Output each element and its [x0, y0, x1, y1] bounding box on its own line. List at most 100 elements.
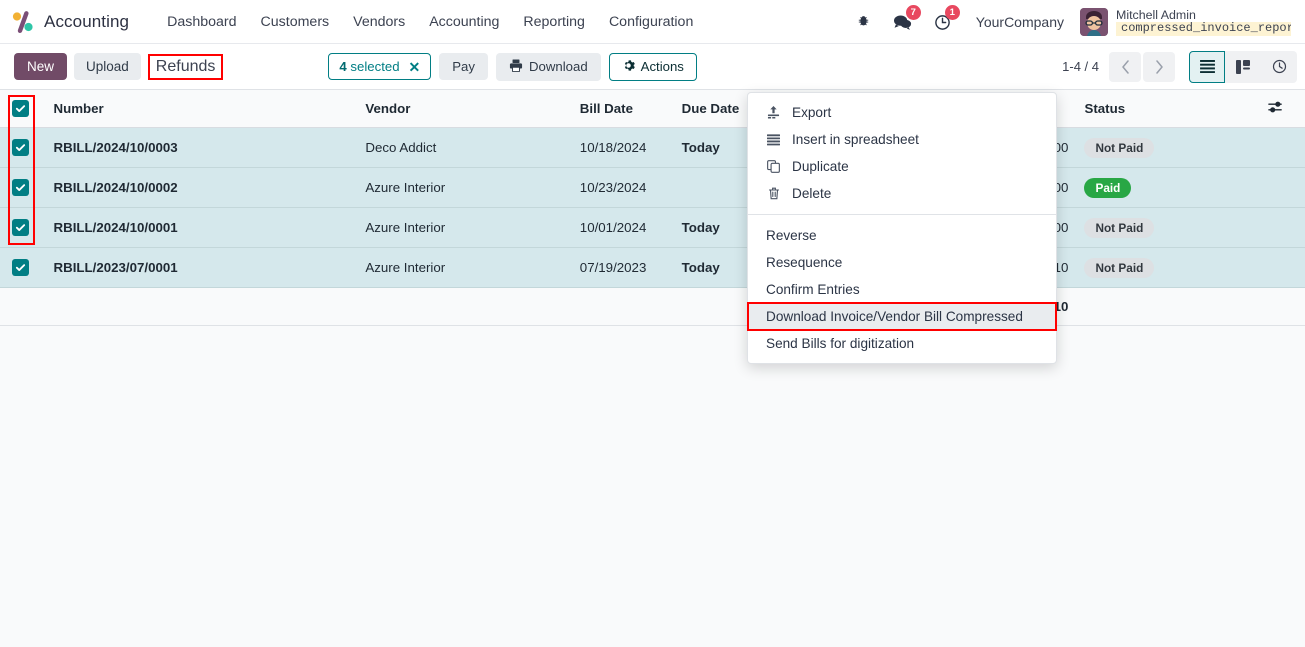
row-checkbox-icon[interactable] — [12, 139, 29, 156]
row-checkbox-icon[interactable] — [12, 179, 29, 196]
selection-counter[interactable]: 4 selected ✕ — [328, 53, 432, 80]
status-badge: Not Paid — [1084, 137, 1155, 158]
dropdown-separator — [748, 214, 1056, 215]
close-icon[interactable]: ✕ — [409, 60, 421, 74]
row-select-cell — [0, 247, 46, 288]
dropdown-item[interactable]: Insert in spreadsheet — [748, 126, 1056, 153]
dropdown-item-label: Insert in spreadsheet — [792, 132, 919, 147]
avatar[interactable] — [1080, 8, 1108, 36]
dropdown-item[interactable]: Duplicate — [748, 153, 1056, 180]
menu-item-dashboard[interactable]: Dashboard — [155, 8, 248, 36]
cell-status[interactable]: Not Paid — [1076, 127, 1269, 168]
pay-button[interactable]: Pay — [439, 53, 488, 80]
dropdown-item[interactable]: Send Bills for digitization — [748, 330, 1056, 357]
systray: 7 1 YourCompany Mitchell Admin compresse… — [845, 0, 1297, 44]
database-name: compressed_invoice_repor… — [1121, 22, 1291, 36]
brand-group[interactable]: Accounting — [0, 9, 129, 35]
pay-label: Pay — [452, 59, 475, 74]
app-name: Accounting — [44, 11, 130, 31]
duplicate-icon — [766, 160, 781, 173]
menu-item-vendors[interactable]: Vendors — [341, 8, 417, 36]
sliders-icon[interactable] — [1268, 90, 1305, 128]
menu-item-reporting[interactable]: Reporting — [511, 8, 597, 36]
cell-number[interactable]: RBILL/2023/07/0001 — [45, 247, 358, 288]
column-header-vendor[interactable]: Vendor — [357, 90, 572, 128]
control-panel: New Upload Refunds 4 selected ✕ Pay Down… — [0, 44, 1305, 90]
cell-bill-date[interactable]: 10/23/2024 — [571, 167, 674, 208]
download-button[interactable]: Download — [496, 52, 601, 81]
column-header-status[interactable]: Status — [1076, 90, 1269, 128]
chevron-left-icon[interactable] — [1109, 51, 1141, 82]
actions-label: Actions — [640, 59, 684, 74]
table-footer: 581.10 — [0, 287, 1305, 326]
user-menu[interactable]: Mitchell Admin compressed_invoice_repor… — [1078, 8, 1297, 37]
menu-item-configuration[interactable]: Configuration — [597, 8, 705, 36]
trash-icon — [766, 187, 781, 200]
dropdown-item[interactable]: Delete — [748, 180, 1056, 207]
cell-bill-date[interactable]: 07/19/2023 — [571, 247, 674, 288]
cell-status[interactable]: Not Paid — [1076, 207, 1269, 248]
dropdown-item-label: Reverse — [766, 228, 817, 243]
cell-spacer — [1268, 127, 1305, 168]
actions-button[interactable]: Actions — [608, 52, 697, 81]
dropdown-item[interactable]: Reverse — [748, 222, 1056, 249]
dropdown-item-label: Send Bills for digitization — [766, 336, 915, 351]
chevron-right-icon[interactable] — [1143, 51, 1175, 82]
printer-icon — [509, 59, 523, 75]
dropdown-item[interactable]: Resequence — [748, 249, 1056, 276]
clock-icon[interactable] — [1261, 50, 1297, 83]
cell-number[interactable]: RBILL/2024/10/0002 — [45, 167, 358, 208]
dropdown-item[interactable]: Confirm Entries — [748, 276, 1056, 303]
cell-bill-date[interactable]: 10/01/2024 — [571, 207, 674, 248]
table-row[interactable]: RBILL/2024/10/0002 Azure Interior 10/23/20… — [0, 167, 1305, 208]
messages-icon[interactable]: 7 — [882, 0, 923, 44]
kanban-icon[interactable] — [1225, 50, 1261, 83]
cell-bill-date[interactable]: 10/18/2024 — [571, 127, 674, 168]
cell-vendor[interactable]: Deco Addict — [357, 127, 572, 168]
breadcrumb[interactable]: Refunds — [147, 53, 224, 80]
totals-vendor-cell — [357, 287, 572, 326]
spreadsheet-icon — [766, 133, 781, 146]
column-header-bill-date[interactable]: Bill Date — [571, 90, 674, 128]
upload-button[interactable]: Upload — [74, 53, 141, 80]
dropdown-item[interactable]: Download Invoice/Vendor Bill Compressed — [747, 302, 1057, 331]
table-row[interactable]: RBILL/2024/10/0003 Deco Addict 10/18/2024 T… — [0, 127, 1305, 168]
cell-spacer — [1268, 207, 1305, 248]
totals-row: 581.10 — [0, 287, 1305, 326]
menu-item-accounting[interactable]: Accounting — [417, 8, 511, 36]
cell-status[interactable]: Paid — [1076, 167, 1269, 208]
messages-badge: 7 — [905, 5, 921, 20]
odoo-logo[interactable] — [10, 9, 36, 35]
dropdown-item-label: Resequence — [766, 255, 843, 270]
new-button[interactable]: New — [14, 53, 68, 80]
row-checkbox-icon[interactable] — [12, 219, 29, 236]
row-select-cell — [0, 127, 46, 168]
dropdown-item[interactable]: Export — [748, 99, 1056, 126]
company-selector[interactable]: YourCompany — [962, 14, 1078, 30]
row-select-cell — [0, 207, 46, 248]
activities-clock-icon[interactable]: 1 — [923, 0, 962, 44]
export-icon — [766, 106, 781, 119]
totals-bill-date-cell — [571, 287, 674, 326]
control-panel-actions: 4 selected ✕ Pay Download Actions — [328, 52, 697, 81]
totals-number-cell — [45, 287, 358, 326]
records-table: Number Vendor Bill Date Due Date cluded … — [0, 90, 1305, 326]
cell-vendor[interactable]: Azure Interior — [357, 247, 572, 288]
cell-vendor[interactable]: Azure Interior — [357, 207, 572, 248]
cell-number[interactable]: RBILL/2024/10/0001 — [45, 207, 358, 248]
bug-icon[interactable] — [845, 0, 882, 44]
cell-vendor[interactable]: Azure Interior — [357, 167, 572, 208]
menu-item-customers[interactable]: Customers — [249, 8, 342, 36]
pager-value[interactable]: 1-4 / 4 — [1054, 59, 1107, 74]
totals-spacer-cell — [1268, 287, 1305, 326]
cell-number[interactable]: RBILL/2024/10/0003 — [45, 127, 358, 168]
row-checkbox-icon[interactable] — [12, 259, 29, 276]
list-icon[interactable] — [1189, 50, 1225, 83]
table-row[interactable]: RBILL/2024/10/0001 Azure Interior 10/01/20… — [0, 207, 1305, 248]
column-header-number[interactable]: Number — [45, 90, 358, 128]
status-badge: Paid — [1084, 177, 1132, 198]
checkbox-checked-icon[interactable] — [12, 100, 29, 117]
cell-status[interactable]: Not Paid — [1076, 247, 1269, 288]
table-row[interactable]: RBILL/2023/07/0001 Azure Interior 07/19/20… — [0, 247, 1305, 288]
selection-text: 4 selected — [339, 59, 399, 74]
